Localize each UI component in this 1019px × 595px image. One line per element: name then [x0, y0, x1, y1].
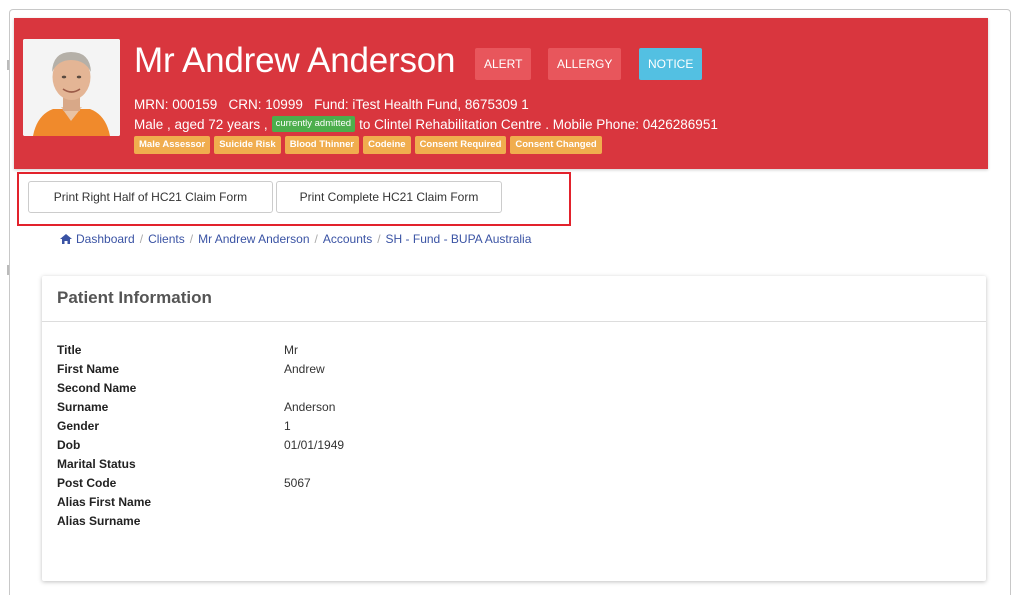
field-label: First Name: [57, 361, 120, 376]
scroll-tick: [7, 265, 9, 275]
flag-badge: Consent Changed: [510, 136, 602, 154]
panel-body: Title Mr First Name Andrew Second Name S…: [42, 322, 986, 530]
patient-ids: MRN: 000159 CRN: 10999 Fund: iTest Healt…: [134, 97, 529, 112]
field-value: Anderson: [284, 399, 336, 414]
info-row-first-name: First Name Andrew: [42, 359, 986, 378]
breadcrumb: Dashboard / Clients / Mr Andrew Anderson…: [60, 232, 531, 246]
info-row-second-name: Second Name: [42, 378, 986, 397]
field-label: Gender: [57, 418, 100, 433]
patient-avatar[interactable]: [23, 39, 120, 136]
info-row-alias-surname: Alias Surname: [42, 511, 986, 530]
field-label: Surname: [57, 399, 109, 414]
breadcrumb-accounts[interactable]: Accounts: [323, 232, 372, 246]
field-label: Alias Surname: [57, 513, 141, 528]
alert-button[interactable]: ALERT: [475, 48, 532, 80]
demographics-suffix: to Clintel Rehabilitation Centre . Mobil…: [359, 116, 718, 132]
panel-title: Patient Information: [42, 276, 986, 322]
breadcrumb-dashboard[interactable]: Dashboard: [76, 232, 135, 246]
info-row-gender: Gender 1: [42, 416, 986, 435]
breadcrumb-separator: /: [189, 232, 194, 246]
flag-badge: Male Assessor: [134, 136, 211, 154]
patient-demographics: Male , aged 72 years , currently admitte…: [134, 116, 718, 132]
field-label: Post Code: [57, 475, 117, 490]
print-complete-button[interactable]: Print Complete HC21 Claim Form: [276, 181, 502, 213]
admitted-badge: currently admitted: [271, 116, 356, 132]
info-row-post-code: Post Code 5067: [42, 473, 986, 492]
field-label: Second Name: [57, 380, 137, 395]
field-value: 01/01/1949: [284, 437, 345, 452]
breadcrumb-clients[interactable]: Clients: [148, 232, 185, 246]
scroll-tick: [7, 60, 9, 70]
info-row-surname: Surname Anderson: [42, 397, 986, 416]
demographics-prefix: Male , aged 72 years ,: [134, 116, 268, 132]
print-right-half-button[interactable]: Print Right Half of HC21 Claim Form: [28, 181, 273, 213]
info-row-marital-status: Marital Status: [42, 454, 986, 473]
flag-badge: Consent Required: [414, 136, 507, 154]
breadcrumb-separator: /: [139, 232, 144, 246]
field-value: 5067: [284, 475, 311, 490]
field-label: Alias First Name: [57, 494, 152, 509]
patient-name: Mr Andrew Anderson: [134, 41, 456, 80]
field-label: Title: [57, 342, 82, 357]
patient-info-panel: Patient Information Title Mr First Name …: [42, 276, 986, 581]
allergy-button[interactable]: ALLERGY: [548, 48, 622, 80]
breadcrumb-separator: /: [377, 232, 381, 246]
breadcrumb-fund[interactable]: SH - Fund - BUPA Australia: [386, 232, 532, 246]
home-icon: [60, 234, 72, 244]
patient-flags: Male Assessor Suicide Risk Blood Thinner…: [134, 136, 602, 154]
info-row-title: Title Mr: [42, 340, 986, 359]
field-value: Mr: [284, 342, 298, 357]
info-row-dob: Dob 01/01/1949: [42, 435, 986, 454]
patient-header: Mr Andrew Anderson ALERT ALLERGY NOTICE …: [14, 18, 988, 169]
field-value: 1: [284, 418, 291, 433]
flag-badge: Codeine: [363, 136, 411, 154]
field-label: Dob: [57, 437, 81, 452]
notice-button[interactable]: NOTICE: [639, 48, 703, 80]
breadcrumb-separator: /: [314, 232, 318, 246]
field-value: Andrew: [284, 361, 325, 376]
flag-badge: Blood Thinner: [284, 136, 360, 154]
info-row-alias-first-name: Alias First Name: [42, 492, 986, 511]
breadcrumb-client-name[interactable]: Mr Andrew Anderson: [198, 232, 309, 246]
field-label: Marital Status: [57, 456, 136, 471]
flag-badge: Suicide Risk: [214, 136, 281, 154]
